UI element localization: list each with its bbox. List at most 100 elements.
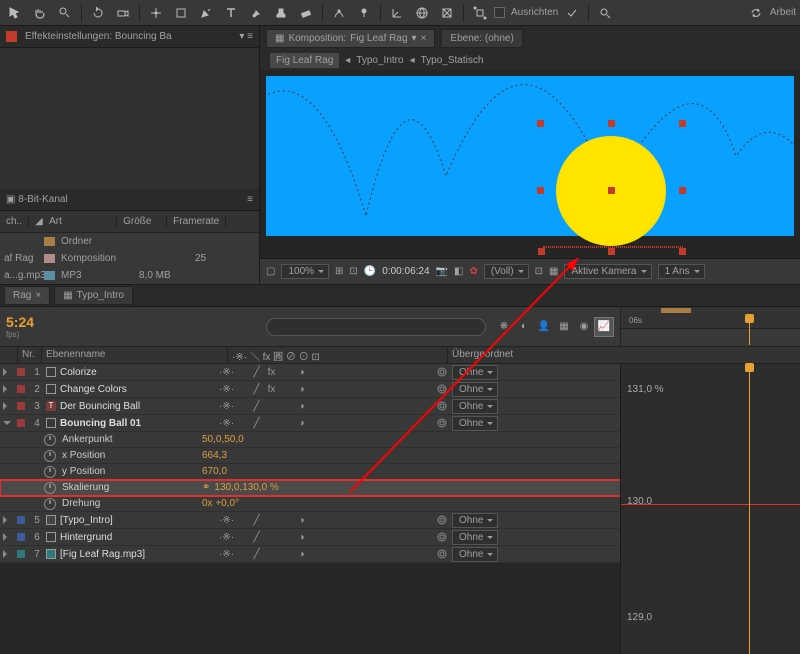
mask-toggle-icon[interactable]: ▢ <box>266 266 275 277</box>
pin-tool[interactable] <box>353 2 375 24</box>
collapse-switch[interactable]: ╱ <box>250 400 263 413</box>
timeline-tab[interactable]: ▦Typo_Intro <box>54 286 133 305</box>
constrain-icon[interactable]: ⚭ <box>202 482 210 493</box>
3d-switch[interactable] <box>325 514 338 527</box>
panel-menu-icon[interactable]: ≡ <box>247 194 253 205</box>
motion-blur-switch[interactable]: ◑ <box>295 548 308 561</box>
draft3d-icon[interactable]: ◐ <box>514 317 534 337</box>
breadcrumb-item[interactable]: Typo_Intro <box>356 55 403 66</box>
graph-editor-icon[interactable]: 📈 <box>594 317 614 337</box>
channel-icon[interactable]: ◧ <box>454 266 463 277</box>
label-color[interactable] <box>17 533 25 541</box>
3d-switch[interactable] <box>325 383 338 396</box>
camera-dropdown[interactable]: Aktive Kamera <box>564 264 651 279</box>
timeline-tab[interactable]: Rag× <box>4 286 50 305</box>
timeline-search[interactable] <box>266 318 486 336</box>
property-value[interactable]: 664,3 <box>202 450 402 461</box>
shy-switch[interactable]: ·※· <box>220 400 233 413</box>
frame-blend-switch[interactable] <box>280 514 293 527</box>
color-mgmt-icon[interactable]: ✿ <box>469 266 477 277</box>
fx-switch[interactable]: fx <box>265 366 278 379</box>
3d-switch[interactable] <box>325 531 338 544</box>
panel-menu-icon[interactable]: ▾ ≡ <box>239 31 253 42</box>
roi-icon[interactable]: ⊡ <box>535 266 543 277</box>
fx-switch[interactable] <box>265 400 278 413</box>
col-switches[interactable]: ·※· ＼ fx 圓 ⊘ ⊙ ⊡ <box>228 347 448 363</box>
zoom-tool[interactable] <box>54 2 76 24</box>
align-checkbox[interactable] <box>494 7 505 18</box>
property-value[interactable]: 670,0 <box>202 466 402 477</box>
close-icon[interactable]: × <box>421 33 427 44</box>
twirl-icon[interactable] <box>3 402 11 410</box>
adjustment-switch[interactable] <box>310 548 323 561</box>
adjustment-switch[interactable] <box>310 514 323 527</box>
layer-name[interactable]: Change Colors <box>60 384 216 395</box>
col-layer-name[interactable]: Ebenenname <box>42 347 228 363</box>
pen-tool[interactable] <box>195 2 217 24</box>
roto-tool[interactable] <box>328 2 350 24</box>
solo-switch[interactable] <box>235 531 248 544</box>
3d-switch[interactable] <box>325 400 338 413</box>
stopwatch-icon[interactable] <box>44 450 56 462</box>
shy-switch[interactable]: ·※· <box>220 417 233 430</box>
brush-tool[interactable] <box>245 2 267 24</box>
selection-tool[interactable] <box>4 2 26 24</box>
anchor-tool[interactable] <box>145 2 167 24</box>
adjustment-switch[interactable] <box>310 531 323 544</box>
fx-switch[interactable]: fx <box>265 383 278 396</box>
search-icon[interactable] <box>594 2 616 24</box>
twirl-icon[interactable] <box>3 550 11 558</box>
fx-switch[interactable] <box>265 531 278 544</box>
collapse-switch[interactable]: ╱ <box>250 548 263 561</box>
adjustment-switch[interactable] <box>310 417 323 430</box>
bpc-icon[interactable]: ▣ <box>6 194 15 205</box>
stopwatch-icon[interactable] <box>44 498 56 510</box>
col-parent[interactable]: Übergeordnet <box>448 347 598 363</box>
col-framerate[interactable]: Framerate <box>167 216 226 227</box>
transform-handle[interactable] <box>679 120 686 127</box>
label-color[interactable] <box>17 368 25 376</box>
frame-blend-icon[interactable]: ▦ <box>554 317 574 337</box>
stopwatch-icon[interactable] <box>44 466 56 478</box>
pickwhip-icon[interactable] <box>436 548 448 560</box>
motion-blur-switch[interactable]: ◑ <box>295 531 308 544</box>
shy-switch[interactable]: ·※· <box>220 548 233 561</box>
playhead[interactable] <box>749 364 750 654</box>
transparency-icon[interactable]: ▦ <box>549 266 558 277</box>
transform-handle[interactable] <box>537 187 544 194</box>
project-item[interactable]: Ordner <box>0 233 259 250</box>
solo-switch[interactable] <box>235 514 248 527</box>
view-axis-icon[interactable] <box>436 2 458 24</box>
collapse-switch[interactable]: ╱ <box>250 366 263 379</box>
pickwhip-icon[interactable] <box>436 417 448 429</box>
zoom-dropdown[interactable]: 100% <box>281 264 329 279</box>
col-name[interactable]: ch.. <box>0 216 29 227</box>
frame-blend-switch[interactable] <box>280 400 293 413</box>
project-panel-tab[interactable]: ▣ 8-Bit-Kanal ≡ <box>0 189 259 211</box>
chevron-down-icon[interactable]: ▾ <box>412 33 417 44</box>
solo-switch[interactable] <box>235 366 248 379</box>
layer-name[interactable]: Colorize <box>60 367 216 378</box>
fx-switch[interactable] <box>265 417 278 430</box>
twirl-icon[interactable] <box>3 421 11 429</box>
collapse-switch[interactable]: ╱ <box>250 417 263 430</box>
3d-switch[interactable] <box>325 366 338 379</box>
motion-blur-switch[interactable]: ◑ <box>295 400 308 413</box>
parent-dropdown[interactable]: Ohne <box>452 513 498 528</box>
solo-switch[interactable] <box>235 417 248 430</box>
label-color[interactable] <box>17 402 25 410</box>
parent-dropdown[interactable]: Ohne <box>452 382 498 397</box>
sync-icon[interactable] <box>745 2 767 24</box>
comp-flowchart-icon[interactable]: ❋ <box>494 317 514 337</box>
layer-tab[interactable]: Ebene: (ohne) <box>441 29 522 48</box>
pickwhip-icon[interactable] <box>436 366 448 378</box>
motion-blur-switch[interactable]: ◑ <box>295 383 308 396</box>
frame-blend-switch[interactable] <box>280 417 293 430</box>
stopwatch-icon[interactable] <box>44 434 56 446</box>
rotate-tool[interactable] <box>87 2 109 24</box>
local-axis-icon[interactable] <box>386 2 408 24</box>
label-color[interactable] <box>17 550 25 558</box>
project-item[interactable]: af RagKomposition25 <box>0 250 259 267</box>
transform-handle[interactable] <box>679 248 686 255</box>
layer-name[interactable]: Der Bouncing Ball <box>60 401 216 412</box>
